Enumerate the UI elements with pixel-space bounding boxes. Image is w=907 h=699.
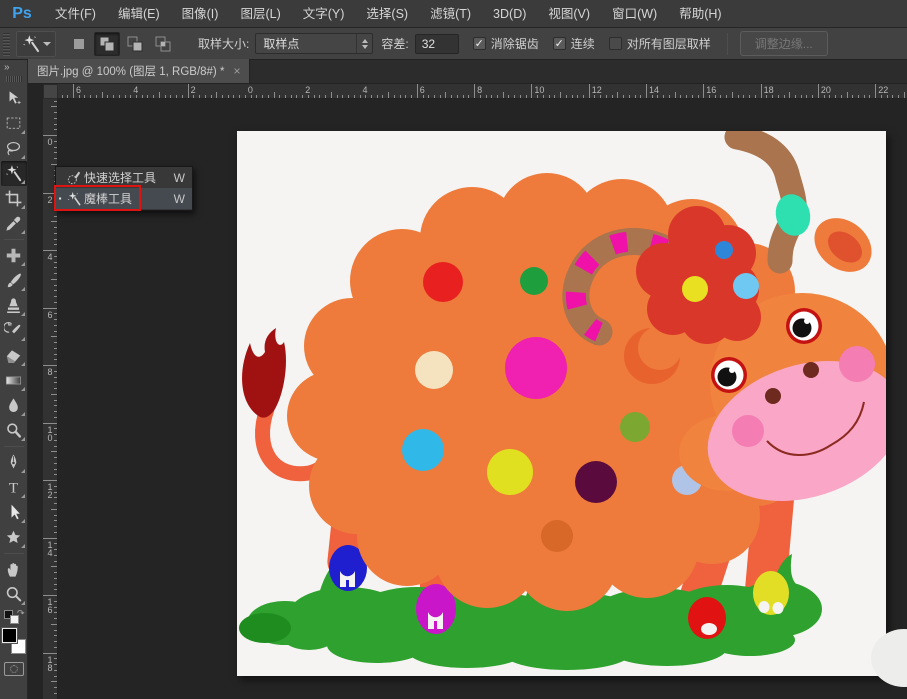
foreground-color-swatch[interactable] [2, 628, 17, 643]
checkbox-label: 消除锯齿 [491, 35, 539, 52]
checkbox-icon[interactable]: ✓ [553, 37, 566, 50]
magic-wand-icon [64, 191, 84, 207]
menu-item-2[interactable]: 编辑(E) [107, 0, 171, 28]
menu-item-7[interactable]: 滤镜(T) [419, 0, 482, 28]
tool-spot-healing-brush[interactable] [1, 243, 27, 268]
tool-group-divider [4, 239, 24, 240]
document-tab[interactable]: 图片.jpg @ 100% (图层 1, RGB/8#) * × [28, 59, 250, 83]
tool-zoom[interactable] [1, 582, 27, 607]
tools-panel: » T ↷ [0, 60, 28, 699]
flyout-item-label: 快速选择工具 [84, 169, 174, 186]
menu-item-10[interactable]: 窗口(W) [601, 0, 668, 28]
tool-eraser[interactable] [1, 343, 27, 368]
tool-group-divider [4, 553, 24, 554]
tools-panel-grip[interactable] [6, 76, 22, 82]
close-icon[interactable]: × [233, 64, 240, 78]
document-tab-bar: 图片.jpg @ 100% (图层 1, RGB/8#) * × [28, 60, 907, 84]
tool-eyedropper[interactable] [1, 211, 27, 236]
tool-preset-picker[interactable] [16, 31, 56, 57]
horizontal-ruler: 6420246810121416182022 [58, 84, 907, 99]
quick-select-icon [64, 170, 84, 186]
tool-blur[interactable] [1, 393, 27, 418]
chevron-down-icon [43, 42, 51, 46]
svg-text:T: T [9, 481, 18, 497]
sample-size-label: 取样大小: [198, 35, 249, 52]
sample-size-dropdown[interactable]: 取样点 [255, 33, 373, 54]
checkbox-option-1[interactable]: ✓ 消除锯齿 [473, 35, 539, 52]
tool-custom-shape[interactable] [1, 525, 27, 550]
photoshop-logo: Ps [0, 5, 44, 23]
tool-brush[interactable] [1, 268, 27, 293]
tolerance-input[interactable] [415, 34, 459, 54]
tool-crop[interactable] [1, 186, 27, 211]
menu-bar: Ps 文件(F)编辑(E)图像(I)图层(L)文字(Y)选择(S)滤镜(T)3D… [0, 0, 907, 28]
quick-mask-button[interactable] [4, 662, 24, 676]
cartoon-ox-artwork [237, 131, 886, 676]
mode-intersect-with-selection-button[interactable] [150, 32, 176, 56]
collapse-panel-button[interactable]: » [0, 60, 27, 75]
checkbox-icon[interactable]: ✓ [473, 37, 486, 50]
tool-lasso[interactable] [1, 136, 27, 161]
photoshop-window: Ps 文件(F)编辑(E)图像(I)图层(L)文字(Y)选择(S)滤镜(T)3D… [0, 0, 907, 699]
tool-group-divider [4, 446, 24, 447]
divider [727, 33, 728, 55]
menu-item-5[interactable]: 文字(Y) [292, 0, 356, 28]
document-canvas[interactable] [237, 131, 886, 676]
checkbox-option-2[interactable]: ✓ 连续 [553, 35, 595, 52]
options-bar-grip[interactable] [3, 32, 10, 56]
tool-gradient[interactable] [1, 368, 27, 393]
tool-type[interactable]: T [1, 475, 27, 500]
checkbox-option-3[interactable]: ✓ 对所有图层取样 [609, 35, 711, 52]
tool-dodge[interactable] [1, 418, 27, 443]
flyout-item-2[interactable]: ▪ 魔棒工具W [56, 188, 192, 209]
sample-size-value: 取样点 [263, 35, 299, 52]
active-tool-bullet: ▪ [56, 194, 64, 203]
menu-item-11[interactable]: 帮助(H) [668, 0, 732, 28]
tool-hand[interactable] [1, 557, 27, 582]
menu-item-1[interactable]: 文件(F) [44, 0, 107, 28]
flyout-item-label: 魔棒工具 [84, 190, 174, 207]
flyout-item-1[interactable]: 快速选择工具W [56, 167, 192, 188]
checkbox-label: 连续 [571, 35, 595, 52]
checkbox-label: 对所有图层取样 [627, 35, 711, 52]
ruler-origin-box[interactable] [43, 84, 58, 99]
tool-pen[interactable] [1, 450, 27, 475]
menu-item-3[interactable]: 图像(I) [171, 0, 230, 28]
magic-wand-icon [21, 34, 41, 54]
document-tab-title: 图片.jpg @ 100% (图层 1, RGB/8#) * [37, 63, 224, 79]
refine-edge-button[interactable]: 调整边缘... [740, 31, 828, 56]
shortcut-key: W [174, 192, 185, 206]
tool-move[interactable] [1, 86, 27, 111]
wand-tool-flyout-menu: 快速选择工具W ▪ 魔棒工具W [55, 166, 193, 211]
mode-add-to-selection-button[interactable] [94, 32, 120, 56]
swap-colors-icon: ↷ [17, 608, 25, 619]
tool-path-selection[interactable] [1, 500, 27, 525]
tool-magic-wand[interactable] [1, 161, 27, 186]
tool-options-bar: 取样大小: 取样点 容差: ✓ 消除锯齿 ✓ 连续 ✓ 对所有图层取样 调整边缘... [0, 28, 907, 60]
menu-item-8[interactable]: 3D(D) [482, 0, 537, 28]
color-swatches[interactable] [2, 628, 26, 654]
menu-item-6[interactable]: 选择(S) [355, 0, 419, 28]
tool-history-brush[interactable] [1, 318, 27, 343]
mode-subtract-from-selection-button[interactable] [122, 32, 148, 56]
shortcut-key: W [174, 171, 185, 185]
menu-items: 文件(F)编辑(E)图像(I)图层(L)文字(Y)选择(S)滤镜(T)3D(D)… [44, 0, 733, 28]
checkbox-icon[interactable]: ✓ [609, 37, 622, 50]
tool-rectangular-marquee[interactable] [1, 111, 27, 136]
tool-clone-stamp[interactable] [1, 293, 27, 318]
default-swap-colors[interactable]: ↷ [4, 610, 24, 624]
selection-mode-group [66, 32, 176, 56]
menu-item-9[interactable]: 视图(V) [537, 0, 601, 28]
tolerance-label: 容差: [381, 35, 408, 52]
mode-new-selection-button[interactable] [66, 32, 92, 56]
options-checkboxes: ✓ 消除锯齿 ✓ 连续 ✓ 对所有图层取样 [459, 35, 711, 52]
dropdown-arrows-icon [356, 34, 368, 53]
menu-item-4[interactable]: 图层(L) [229, 0, 291, 28]
quick-mask-icon [10, 665, 18, 673]
